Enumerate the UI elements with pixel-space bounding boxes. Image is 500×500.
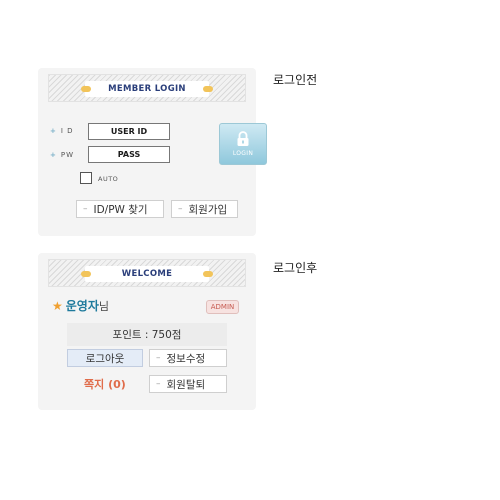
pw-label-row: + PW	[50, 151, 74, 159]
dash-icon: –	[156, 353, 161, 363]
plus-icon: +	[50, 127, 57, 135]
welcome-title: WELCOME	[121, 269, 173, 279]
withdraw-button[interactable]: – 회원탈퇴	[149, 375, 227, 393]
withdraw-label: 회원탈퇴	[166, 378, 206, 391]
join-label: 회원가입	[188, 203, 228, 216]
nickname-row: ★ 운영자 님	[52, 297, 109, 314]
header-dot-right	[203, 271, 213, 277]
plus-icon: +	[50, 151, 57, 159]
login-title-pill: MEMBER LOGIN	[81, 81, 213, 97]
after-login-label: 로그인후	[273, 261, 318, 275]
nickname-suffix: 님	[98, 299, 110, 313]
login-panel-header: MEMBER LOGIN	[48, 74, 246, 102]
find-id-pw-button[interactable]: – ID/PW 찾기	[76, 200, 164, 218]
lock-icon	[237, 131, 249, 146]
dash-icon: –	[178, 204, 183, 214]
star-icon: ★	[52, 298, 63, 313]
points-display: 포인트 : 750점	[67, 323, 227, 346]
logout-button[interactable]: 로그아웃	[67, 349, 143, 367]
before-login-label: 로그인전	[273, 73, 318, 87]
id-label-row: + I D	[50, 127, 74, 135]
edit-info-button[interactable]: – 정보수정	[149, 349, 227, 367]
user-id-input[interactable]	[88, 123, 170, 140]
join-button[interactable]: – 회원가입	[171, 200, 238, 218]
welcome-panel: WELCOME ★ 운영자 님 ADMIN 포인트 : 750점 로그아웃 – …	[38, 253, 256, 410]
memo-link[interactable]: 쪽지 (0)	[84, 376, 126, 392]
dash-icon: –	[156, 379, 161, 389]
admin-badge: ADMIN	[206, 300, 239, 314]
header-dot-right	[203, 86, 213, 92]
nickname: 운영자	[65, 299, 99, 313]
header-dot-left	[81, 271, 91, 277]
dash-icon: –	[83, 204, 88, 214]
id-label: I D	[60, 127, 74, 135]
login-button[interactable]: LOGIN	[219, 123, 267, 165]
pw-label: PW	[60, 151, 75, 159]
auto-login-checkbox[interactable]	[80, 172, 92, 184]
welcome-title-pill: WELCOME	[81, 266, 213, 282]
welcome-panel-header: WELCOME	[48, 259, 246, 287]
edit-info-label: 정보수정	[166, 352, 206, 365]
login-title: MEMBER LOGIN	[108, 84, 186, 94]
password-input[interactable]	[88, 146, 170, 163]
header-dot-left	[81, 86, 91, 92]
login-button-label: LOGIN	[232, 150, 254, 157]
auto-login-label: AUTO	[98, 175, 119, 183]
find-id-pw-label: ID/PW 찾기	[93, 203, 148, 216]
login-panel: MEMBER LOGIN +I D +PW LOGIN AUTO – ID/PW…	[38, 68, 267, 236]
